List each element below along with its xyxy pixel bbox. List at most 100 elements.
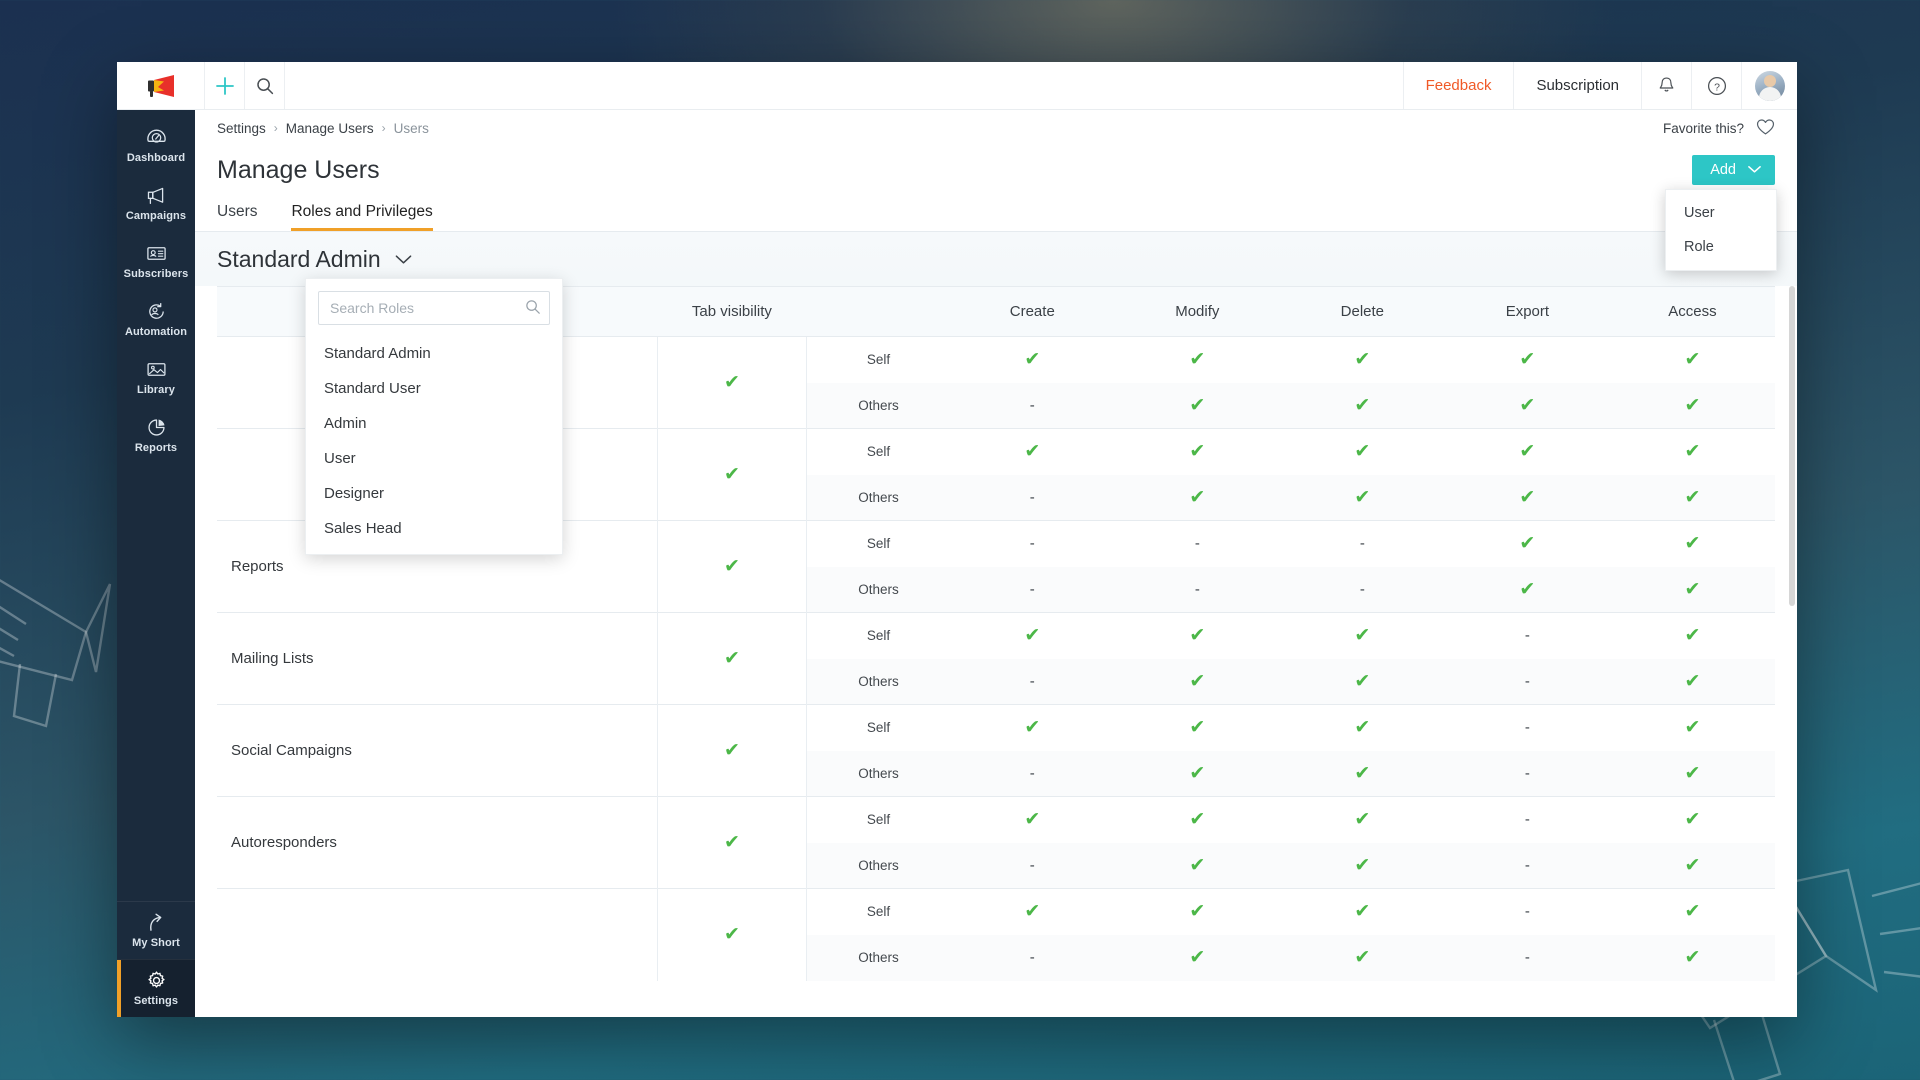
role-option-designer[interactable]: Designer bbox=[306, 476, 562, 511]
module-name-cell: Autoresponders bbox=[217, 797, 657, 889]
tab-visibility-cell[interactable]: ✔ bbox=[657, 889, 807, 981]
dash-mark: - bbox=[1030, 489, 1035, 506]
gauge-icon bbox=[146, 127, 167, 148]
column-header-access: Access bbox=[1610, 287, 1775, 337]
check-icon: ✔ bbox=[1519, 533, 1535, 554]
tab-visibility-cell[interactable]: ✔ bbox=[657, 521, 807, 613]
dash-mark: - bbox=[1030, 673, 1035, 690]
add-menu-item-role[interactable]: Role bbox=[1666, 230, 1776, 264]
check-icon: ✔ bbox=[1684, 533, 1700, 554]
role-search-field bbox=[318, 291, 550, 325]
add-button[interactable]: Add bbox=[1692, 155, 1775, 185]
tab-visibility-cell[interactable]: ✔ bbox=[657, 797, 807, 889]
sidebar-item-campaigns[interactable]: Campaigns bbox=[117, 174, 195, 232]
role-option-user[interactable]: User bbox=[306, 441, 562, 476]
column-header-scope bbox=[807, 287, 950, 337]
scope-label: Self bbox=[807, 429, 950, 475]
sidebar-item-dashboard[interactable]: Dashboard bbox=[117, 116, 195, 174]
check-icon: ✔ bbox=[1684, 763, 1700, 784]
role-option-standard-user[interactable]: Standard User bbox=[306, 371, 562, 406]
sidebar-item-library[interactable]: Library bbox=[117, 348, 195, 406]
scope-label: Self bbox=[807, 337, 950, 383]
subscription-link[interactable]: Subscription bbox=[1513, 62, 1641, 109]
check-icon: ✔ bbox=[1684, 441, 1700, 462]
dash-mark: - bbox=[1525, 811, 1530, 828]
scrollbar-thumb[interactable] bbox=[1789, 286, 1795, 606]
feedback-link[interactable]: Feedback bbox=[1403, 62, 1514, 109]
notification-bell-icon[interactable] bbox=[1641, 62, 1691, 109]
check-icon: ✔ bbox=[1684, 855, 1700, 876]
selected-role-name[interactable]: Standard Admin bbox=[217, 246, 381, 273]
sidebar-item-automation[interactable]: Automation bbox=[117, 290, 195, 348]
check-icon: ✔ bbox=[1684, 395, 1700, 416]
breadcrumb-item-settings[interactable]: Settings bbox=[217, 121, 266, 136]
check-icon: ✔ bbox=[1354, 625, 1370, 646]
role-option-standard-admin[interactable]: Standard Admin bbox=[306, 336, 562, 371]
scope-label: Others bbox=[807, 659, 950, 705]
check-icon: ✔ bbox=[724, 832, 740, 853]
sidebar-item-settings[interactable]: Settings bbox=[117, 959, 195, 1017]
tab-visibility-cell[interactable]: ✔ bbox=[657, 613, 807, 705]
check-icon: ✔ bbox=[1189, 901, 1205, 922]
gear-icon bbox=[146, 970, 167, 991]
dash-mark: - bbox=[1030, 581, 1035, 598]
dash-mark: - bbox=[1030, 765, 1035, 782]
help-question-icon[interactable]: ? bbox=[1691, 62, 1741, 109]
page-title: Manage Users bbox=[217, 156, 380, 185]
search-icon[interactable] bbox=[245, 62, 285, 109]
check-icon: ✔ bbox=[1354, 901, 1370, 922]
tab-visibility-cell[interactable]: ✔ bbox=[657, 337, 807, 429]
scope-label: Self bbox=[807, 797, 950, 843]
check-icon: ✔ bbox=[1189, 947, 1205, 968]
sidebar-item-label: Subscribers bbox=[124, 268, 189, 280]
check-icon: ✔ bbox=[1354, 809, 1370, 830]
check-icon: ✔ bbox=[1024, 717, 1040, 738]
dash-mark: - bbox=[1525, 949, 1530, 966]
add-dropdown-menu: User Role bbox=[1665, 189, 1777, 271]
main-content: Settings › Manage Users › Users Favorite… bbox=[195, 110, 1797, 1017]
sidebar-item-subscribers[interactable]: Subscribers bbox=[117, 232, 195, 290]
sidebar-item-label: Settings bbox=[134, 995, 178, 1007]
check-icon: ✔ bbox=[724, 556, 740, 577]
sidebar-item-my-shortcuts[interactable]: My Short bbox=[117, 901, 195, 959]
dash-mark: - bbox=[1525, 719, 1530, 736]
tab-visibility-cell[interactable]: ✔ bbox=[657, 705, 807, 797]
sidebar-spacer bbox=[117, 464, 195, 901]
megaphone-logo[interactable] bbox=[117, 62, 205, 109]
check-icon: ✔ bbox=[1189, 855, 1205, 876]
tab-users[interactable]: Users bbox=[217, 203, 257, 231]
add-menu-item-user[interactable]: User bbox=[1666, 196, 1776, 230]
vertical-scrollbar[interactable] bbox=[1789, 286, 1795, 1011]
module-name-cell: Social Campaigns bbox=[217, 705, 657, 797]
role-option-admin[interactable]: Admin bbox=[306, 406, 562, 441]
image-icon bbox=[146, 359, 167, 380]
page-title-bar: Manage Users Add User Role bbox=[195, 146, 1797, 194]
column-header-delete: Delete bbox=[1280, 287, 1445, 337]
chevron-down-icon bbox=[1748, 162, 1761, 178]
role-option-sales-head[interactable]: Sales Head bbox=[306, 511, 562, 546]
scope-label: Others bbox=[807, 567, 950, 613]
add-new-icon[interactable] bbox=[205, 62, 245, 109]
check-icon: ✔ bbox=[724, 372, 740, 393]
breadcrumb-item-manage-users[interactable]: Manage Users bbox=[286, 121, 374, 136]
sidebar-item-label: Automation bbox=[125, 326, 187, 338]
user-avatar[interactable] bbox=[1741, 62, 1797, 109]
svg-text:?: ? bbox=[1714, 81, 1720, 93]
dash-mark: - bbox=[1525, 903, 1530, 920]
table-row: Autoresponders✔Self✔✔✔-✔ bbox=[217, 797, 1775, 843]
sidebar-item-reports[interactable]: Reports bbox=[117, 406, 195, 464]
tab-visibility-cell[interactable]: ✔ bbox=[657, 429, 807, 521]
heart-outline-icon[interactable] bbox=[1756, 118, 1775, 139]
favorite-control[interactable]: Favorite this? bbox=[1663, 118, 1775, 139]
search-roles-input[interactable] bbox=[318, 291, 550, 325]
check-icon: ✔ bbox=[1519, 487, 1535, 508]
check-icon: ✔ bbox=[1189, 395, 1205, 416]
tab-roles-and-privileges[interactable]: Roles and Privileges bbox=[291, 203, 432, 231]
scope-label: Self bbox=[807, 705, 950, 751]
check-icon: ✔ bbox=[1354, 395, 1370, 416]
megaphone-icon bbox=[146, 185, 167, 206]
chevron-down-icon[interactable] bbox=[395, 254, 412, 265]
sidebar-secondary-nav: My Short Settings bbox=[117, 901, 195, 1017]
dash-mark: - bbox=[1525, 765, 1530, 782]
role-selector-bar: Standard Admin bbox=[195, 232, 1797, 286]
